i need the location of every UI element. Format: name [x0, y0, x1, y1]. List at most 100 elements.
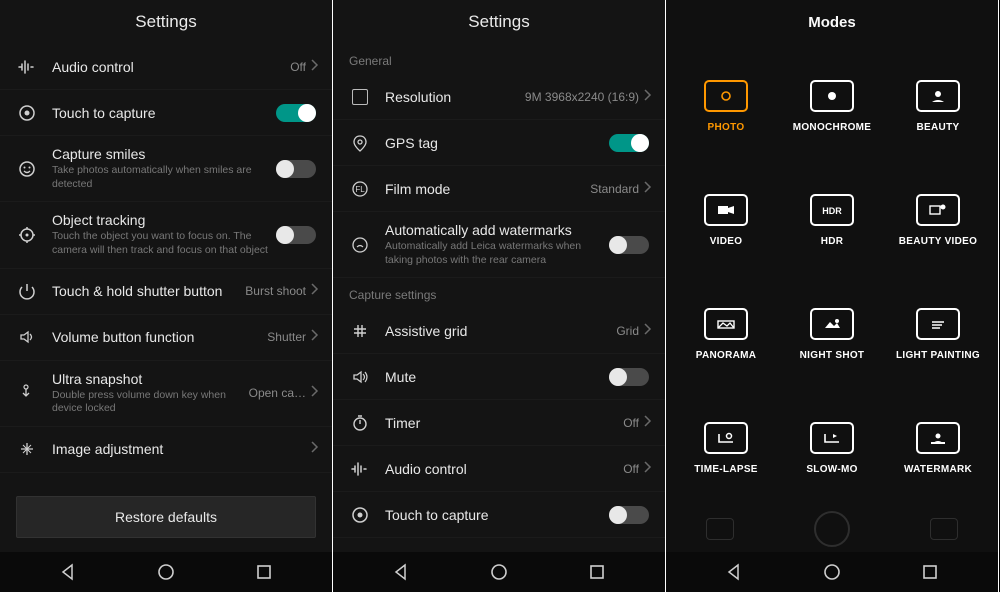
timer-icon: [349, 414, 371, 432]
setting-row-film-mode[interactable]: Film modeStandard: [333, 166, 665, 212]
mode-watermark[interactable]: WATERMARK: [886, 394, 990, 502]
slowmo-icon: [810, 422, 854, 454]
setting-row-audio-control[interactable]: Audio controlOff: [333, 446, 665, 492]
video-icon: [704, 194, 748, 226]
toggle-switch[interactable]: [609, 368, 649, 386]
hdr-icon: [810, 194, 854, 226]
tracking-icon: [16, 226, 38, 244]
setting-subtitle: Touch the object you want to focus on. T…: [52, 230, 276, 257]
modes-grid: PHOTO MONOCHROMEBEAUTY VIDEO HDRBEAUTY VIDE…: [666, 44, 998, 506]
setting-title: Automatically add watermarks: [385, 222, 609, 238]
nav-back-button[interactable]: [371, 552, 431, 592]
checkbox-icon[interactable]: [352, 89, 368, 105]
chevron-right-icon: [643, 322, 653, 340]
setting-title: Touch & hold shutter button: [52, 283, 245, 299]
toggle-switch[interactable]: [276, 226, 316, 244]
camera-icon: [704, 80, 748, 112]
nav-home-button[interactable]: [136, 552, 196, 592]
setting-row-touch-to-capture[interactable]: Touch to capture: [0, 90, 332, 136]
mode-label: VIDEO: [710, 236, 743, 247]
face-icon: [916, 80, 960, 112]
mode-label: NIGHT SHOT: [800, 350, 865, 361]
setting-title: Resolution: [385, 89, 525, 105]
setting-row-image-adjustment[interactable]: Image adjustment: [0, 427, 332, 473]
mode-video[interactable]: VIDEO: [674, 166, 778, 274]
chevron-right-icon: [310, 384, 320, 402]
timelapse-icon: [704, 422, 748, 454]
mode-label: PANORAMA: [696, 350, 757, 361]
toggle-switch[interactable]: [609, 236, 649, 254]
settings-list: Audio controlOff Touch to capture Capture …: [0, 44, 332, 482]
mode-light-painting[interactable]: LIGHT PAINTING: [886, 280, 990, 388]
light-icon: [916, 308, 960, 340]
settings-panel-1: Settings Audio controlOffTouch to captur…: [0, 0, 333, 592]
setting-subtitle: Double press volume down key when device…: [52, 389, 249, 416]
setting-row-touch-to-capture[interactable]: Touch to capture: [333, 492, 665, 538]
modes-panel: Modes PHOTOMONOCHROMEBEAUTYVIDEOHDRBEAUT…: [666, 0, 999, 592]
setting-row-gps-tag[interactable]: GPS tag: [333, 120, 665, 166]
mode-monochrome[interactable]: MONOCHROME: [780, 52, 884, 160]
nav-home-button[interactable]: [469, 552, 529, 592]
mode-slow-mo[interactable]: SLOW-MO: [780, 394, 884, 502]
setting-row-assistive-grid[interactable]: Assistive gridGrid: [333, 308, 665, 354]
toggle-switch[interactable]: [609, 134, 649, 152]
setting-row-resolution[interactable]: Resolution9M 3968x2240 (16:9): [333, 74, 665, 120]
mode-hdr[interactable]: HDR: [780, 166, 884, 274]
nav-back-button[interactable]: [704, 552, 764, 592]
setting-title: Volume button function: [52, 329, 267, 345]
setting-value: Off: [623, 416, 639, 430]
setting-title: Mute: [385, 369, 609, 385]
setting-value: Off: [623, 462, 639, 476]
setting-row-audio-control[interactable]: Audio controlOff: [0, 44, 332, 90]
setting-row-automatically-add-watermarks[interactable]: Automatically add watermarksAutomaticall…: [333, 212, 665, 278]
gallery-thumb[interactable]: [706, 518, 734, 540]
setting-row-mute[interactable]: Mute: [333, 354, 665, 400]
watermark-auto-icon: [349, 236, 371, 254]
setting-row-touch-hold-shutter-button[interactable]: Touch & hold shutter buttonBurst shoot: [0, 269, 332, 315]
chevron-right-icon: [643, 414, 653, 432]
nav-back-button[interactable]: [38, 552, 98, 592]
toggle-switch[interactable]: [609, 506, 649, 524]
mode-beauty-video[interactable]: BEAUTY VIDEO: [886, 166, 990, 274]
setting-row-volume-button-function[interactable]: Volume button functionShutter: [0, 315, 332, 361]
mode-photo[interactable]: PHOTO: [674, 52, 778, 160]
video-face-icon: [916, 194, 960, 226]
setting-title: Touch to capture: [52, 105, 276, 121]
toggle-switch[interactable]: [276, 160, 316, 178]
volume-icon: [16, 328, 38, 346]
mode-night-shot[interactable]: NIGHT SHOT: [780, 280, 884, 388]
setting-title: GPS tag: [385, 135, 609, 151]
chevron-right-icon: [310, 328, 320, 346]
setting-title: Ultra snapshot: [52, 371, 249, 387]
shutter-button[interactable]: [814, 511, 850, 547]
touch-capture-icon: [16, 104, 38, 122]
setting-title: Capture smiles: [52, 146, 276, 162]
android-navbar: [666, 552, 998, 592]
mode-beauty[interactable]: BEAUTY: [886, 52, 990, 160]
switch-camera[interactable]: [930, 518, 958, 540]
setting-row-object-tracking[interactable]: Object tracking Touch the object you want…: [0, 202, 332, 268]
restore-defaults-button[interactable]: Restore defaults: [16, 496, 316, 538]
setting-row-timer[interactable]: TimerOff: [333, 400, 665, 446]
section-capture: Capture settings: [333, 278, 665, 308]
nav-home-button[interactable]: [802, 552, 862, 592]
settings-panel-2: Settings General Resolution9M 3968x2240 …: [333, 0, 666, 592]
settings-list: General Resolution9M 3968x2240 (16:9) GPS…: [333, 44, 665, 552]
mode-label: PHOTO: [708, 122, 745, 133]
mode-panorama[interactable]: PANORAMA: [674, 280, 778, 388]
toggle-switch[interactable]: [276, 104, 316, 122]
setting-title: Audio control: [385, 461, 623, 477]
adjust-icon: [16, 440, 38, 458]
nav-recent-button[interactable]: [900, 552, 960, 592]
setting-row-ultra-snapshot[interactable]: Ultra snapshot Double press volume down k…: [0, 361, 332, 427]
setting-row-capture-smiles[interactable]: Capture smiles Take photos automatically …: [0, 136, 332, 202]
nav-recent-button[interactable]: [234, 552, 294, 592]
setting-title: Touch to capture: [385, 507, 609, 523]
nav-recent-button[interactable]: [567, 552, 627, 592]
setting-subtitle: Take photos automatically when smiles ar…: [52, 164, 276, 191]
setting-row-capture-smiles[interactable]: Capture smiles: [333, 538, 665, 552]
section-general: General: [333, 44, 665, 74]
mode-label: TIME-LAPSE: [694, 464, 758, 475]
setting-title: Object tracking: [52, 212, 276, 228]
mode-time-lapse[interactable]: TIME-LAPSE: [674, 394, 778, 502]
